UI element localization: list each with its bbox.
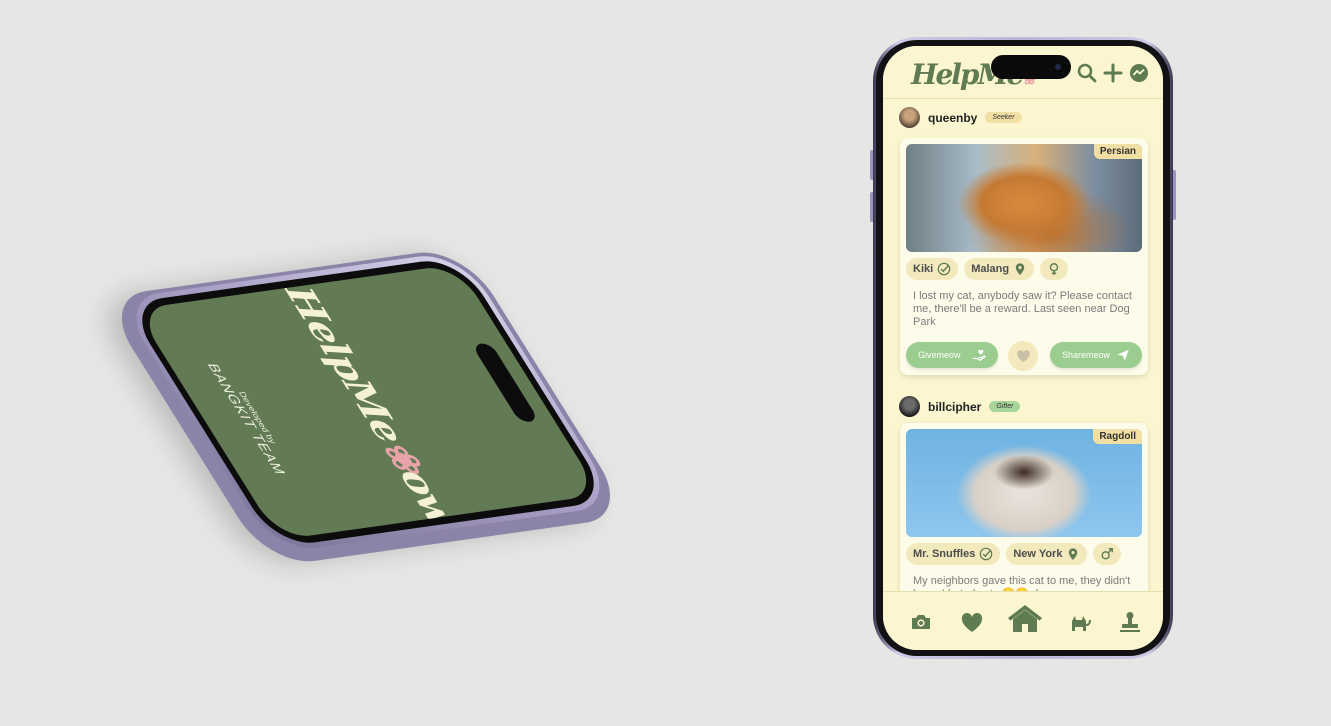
splash-phone-mockup: HelpMe❀ow Developed by BANGKIT TEAM xyxy=(40,110,720,610)
app-screen: HelpMe❀ queenby Seeker xyxy=(883,46,1163,650)
breed-badge: Ragdoll xyxy=(1093,429,1142,444)
location-pin-icon xyxy=(1069,548,1078,560)
post-card: Persian Kiki Malang I lost my cat, anybo… xyxy=(900,138,1148,375)
post-feed[interactable]: queenby Seeker Persian Kiki Malang I los… xyxy=(883,99,1163,623)
sharemeow-button[interactable]: Sharemeow xyxy=(1050,342,1142,368)
camera-icon[interactable] xyxy=(910,612,932,632)
post-header[interactable]: billcipher Gifter xyxy=(899,396,1021,417)
location: Malang xyxy=(971,263,1010,275)
add-icon[interactable] xyxy=(1103,63,1123,83)
check-circle-icon xyxy=(980,547,993,561)
cat-name-chip: Kiki xyxy=(906,258,959,280)
avatar[interactable] xyxy=(899,396,920,417)
splash-phone: HelpMe❀ow Developed by BANGKIT TEAM xyxy=(100,246,632,568)
gender-chip xyxy=(1040,258,1069,280)
sharemeow-label: Sharemeow xyxy=(1062,350,1111,360)
give-hand-icon xyxy=(972,349,986,361)
top-actions xyxy=(1077,63,1149,83)
location: New York xyxy=(1013,548,1063,560)
post-description: I lost my cat, anybody saw it? Please co… xyxy=(913,290,1132,328)
cat-info-chips: Mr. Snuffles New York xyxy=(906,543,1122,565)
location-chip: Malang xyxy=(964,258,1035,280)
love-button[interactable] xyxy=(1008,341,1038,371)
cat-name: Kiki xyxy=(913,263,934,275)
stamp-icon[interactable] xyxy=(1119,611,1141,633)
splash-screen: HelpMe❀ow Developed by BANGKIT TEAM xyxy=(135,264,601,540)
post-header[interactable]: queenby Seeker xyxy=(899,107,1022,128)
male-icon xyxy=(1101,548,1114,560)
send-icon xyxy=(1117,349,1129,361)
gender-chip xyxy=(1093,543,1122,565)
cat-name-chip: Mr. Snuffles xyxy=(906,543,1001,565)
heart-icon[interactable] xyxy=(961,613,983,633)
username[interactable]: queenby xyxy=(928,111,977,125)
heart-icon xyxy=(1016,349,1030,362)
female-icon xyxy=(1049,263,1059,276)
role-badge: Gifter xyxy=(989,401,1021,412)
bottom-nav xyxy=(883,591,1163,650)
role-badge: Seeker xyxy=(985,112,1022,123)
search-icon[interactable] xyxy=(1077,63,1097,83)
cat-photo[interactable] xyxy=(906,144,1142,252)
feed-phone: HelpMe❀ queenby Seeker xyxy=(873,37,1173,659)
avatar[interactable] xyxy=(899,107,920,128)
cat-info-chips: Kiki Malang xyxy=(906,258,1069,280)
cat-photo[interactable] xyxy=(906,429,1142,537)
cat-name: Mr. Snuffles xyxy=(913,548,976,560)
splash-logo-main: HelpMe xyxy=(275,283,412,444)
check-circle-icon xyxy=(937,262,951,276)
location-pin-icon xyxy=(1015,263,1025,275)
givemeow-button[interactable]: Givemeow xyxy=(906,342,998,368)
dynamic-island xyxy=(991,55,1071,79)
post-actions: Givemeow Sharemeow xyxy=(906,341,1142,371)
breed-badge: Persian xyxy=(1093,144,1142,159)
messenger-icon[interactable] xyxy=(1129,63,1149,83)
givemeow-label: Givemeow xyxy=(918,350,961,360)
location-chip: New York xyxy=(1006,543,1088,565)
username[interactable]: billcipher xyxy=(928,400,981,414)
home-icon[interactable] xyxy=(1006,603,1044,633)
cat-icon[interactable] xyxy=(1069,612,1091,632)
